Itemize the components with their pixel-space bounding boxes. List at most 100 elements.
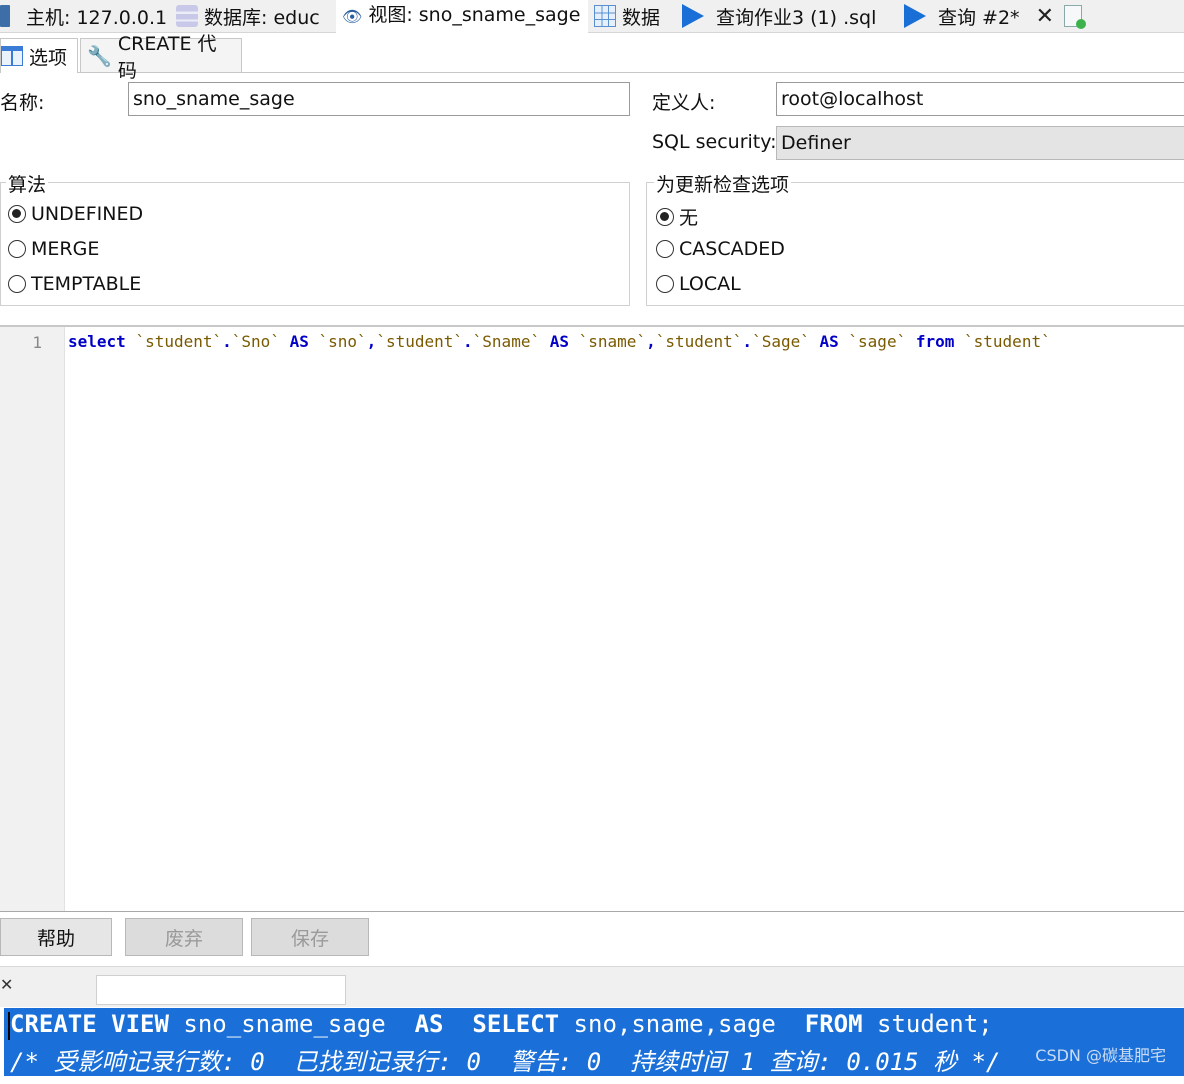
tab-create-code[interactable]: 🔧 CREATE 代码 <box>80 33 242 82</box>
security-select-value: Definer <box>781 132 851 154</box>
sql-punctuation: , <box>366 332 377 351</box>
security-select[interactable]: Definer <box>776 126 1184 160</box>
sql-identifier: `sno` <box>318 332 367 351</box>
close-icon[interactable]: ✕ <box>1036 4 1054 29</box>
table-icon <box>1 46 23 66</box>
line-number-gutter: 1 <box>0 327 65 911</box>
tab-options[interactable]: 选项 <box>0 38 78 73</box>
log-token: CREATE VIEW <box>10 1010 169 1038</box>
tab-options-label: 选项 <box>29 46 68 69</box>
radio-undefined-label: UNDEFINED <box>31 203 144 225</box>
log-token: sno,sname,sage <box>559 1010 805 1038</box>
radio-temptable[interactable]: TEMPTABLE <box>8 273 141 295</box>
radio-local[interactable]: LOCAL <box>656 273 741 295</box>
database-icon <box>176 5 198 27</box>
sql-punctuation <box>906 332 916 351</box>
sql-identifier: `Sno` <box>231 332 280 351</box>
sql-identifier: `student` <box>964 332 1051 351</box>
sub-tab-strip: 选项 🔧 CREATE 代码 <box>0 33 1184 82</box>
sql-punctuation <box>126 332 136 351</box>
sql-keyword: AS <box>819 332 839 351</box>
algorithm-group-title: 算法 <box>6 170 49 197</box>
log-token <box>444 1010 473 1038</box>
radio-none-label: 无 <box>679 207 699 229</box>
line-number: 1 <box>32 333 42 352</box>
definer-input[interactable]: root@localhost <box>776 82 1184 116</box>
tab-host[interactable]: 主机: 127.0.0.1 <box>0 0 168 32</box>
radio-none[interactable]: 无 <box>656 203 698 230</box>
log-line-stats: /* 受影响记录行数: 0 已找到记录行: 0 警告: 0 持续时间 1 查询:… <box>10 1048 1001 1076</box>
sql-punctuation <box>954 332 964 351</box>
sql-identifier: `student` <box>376 332 464 351</box>
tab-database-label: 数据库: educ <box>204 6 320 29</box>
radio-undefined[interactable]: UNDEFINED <box>8 203 143 225</box>
sql-editor[interactable]: 1 select `student`.`Sno` AS `sno`,`stude… <box>0 325 1184 912</box>
definer-label: 定义人: <box>652 92 716 114</box>
log-token: SELECT <box>472 1010 560 1038</box>
tab-create-code-label: CREATE 代码 <box>117 32 217 82</box>
radio-button <box>656 240 674 258</box>
sql-punctuation <box>309 332 319 351</box>
save-button[interactable]: 保存 <box>251 918 369 956</box>
name-label: 名称: <box>0 92 45 114</box>
sql-punctuation <box>569 332 579 351</box>
security-label: SQL security: <box>652 131 777 153</box>
sql-identifier: `Sage` <box>752 332 810 351</box>
log-token: FROM <box>804 1010 863 1038</box>
filter-box[interactable] <box>96 975 346 1005</box>
name-input-value: sno_sname_sage <box>133 88 295 110</box>
sql-punctuation <box>810 332 820 351</box>
eye-icon: 👁 <box>342 7 363 26</box>
grid-icon <box>594 5 616 27</box>
sql-keyword: AS <box>289 332 309 351</box>
sql-identifier: `student` <box>135 332 223 351</box>
log-line-create: CREATE VIEW sno_sname_sage AS SELECT sno… <box>10 1010 993 1038</box>
radio-button-checked <box>656 207 674 226</box>
tab-data[interactable]: 数据 <box>594 0 672 32</box>
name-input[interactable]: sno_sname_sage <box>128 82 630 116</box>
sql-identifier: `sage` <box>848 332 907 351</box>
radio-cascaded-label: CASCADED <box>679 238 785 260</box>
tab-query-2[interactable]: 查询 #2* ✕ <box>904 0 1054 32</box>
sql-punctuation: . <box>742 332 753 351</box>
check-option-group-title: 为更新检查选项 <box>654 170 792 197</box>
close-icon[interactable]: ✕ <box>0 975 13 994</box>
sql-identifier: `Sname` <box>472 332 541 351</box>
new-query-button[interactable] <box>1064 0 1094 32</box>
radio-button <box>656 275 674 293</box>
sql-punctuation <box>280 332 290 351</box>
tab-query-job[interactable]: 查询作业3 (1) .sql <box>682 0 896 32</box>
tab-database[interactable]: 数据库: educ <box>176 0 332 32</box>
radio-button <box>8 275 26 293</box>
tab-host-label: 主机: 127.0.0.1 <box>26 6 168 29</box>
discard-button[interactable]: 废弃 <box>125 918 243 956</box>
radio-temptable-label: TEMPTABLE <box>31 273 142 295</box>
watermark: CSDN @碳基肥宅 <box>1035 1046 1166 1065</box>
play-icon <box>682 4 704 28</box>
definer-input-value: root@localhost <box>781 88 924 110</box>
lower-toolbar: ✕ <box>0 966 1184 1007</box>
radio-merge[interactable]: MERGE <box>8 238 99 260</box>
sql-keyword: select <box>68 332 126 351</box>
tab-view-label: 视图: sno_sname_sage <box>368 4 581 26</box>
tab-query-2-label: 查询 #2* <box>938 6 1020 29</box>
radio-button-checked <box>8 205 26 223</box>
tab-view[interactable]: 👁 视图: sno_sname_sage <box>336 0 588 33</box>
tab-data-label: 数据 <box>622 6 661 29</box>
query-log: CREATE VIEW sno_sname_sage AS SELECT sno… <box>4 1008 1184 1076</box>
sql-keyword: AS <box>549 332 569 351</box>
sql-punctuation <box>540 332 550 351</box>
radio-local-label: LOCAL <box>679 273 741 295</box>
help-button[interactable]: 帮助 <box>0 918 112 956</box>
sql-identifier: `student` <box>655 332 743 351</box>
sql-punctuation <box>839 332 849 351</box>
tab-query-job-label: 查询作业3 (1) .sql <box>716 6 877 29</box>
host-icon <box>0 5 10 27</box>
log-token: sno_sname_sage <box>168 1010 415 1038</box>
code-line: select `student`.`Sno` AS `sno`,`student… <box>68 332 1051 351</box>
sql-punctuation: . <box>463 332 473 351</box>
radio-button <box>8 240 26 258</box>
radio-cascaded[interactable]: CASCADED <box>656 238 785 260</box>
sql-punctuation: . <box>222 332 232 351</box>
sql-identifier: `sname` <box>578 332 647 351</box>
